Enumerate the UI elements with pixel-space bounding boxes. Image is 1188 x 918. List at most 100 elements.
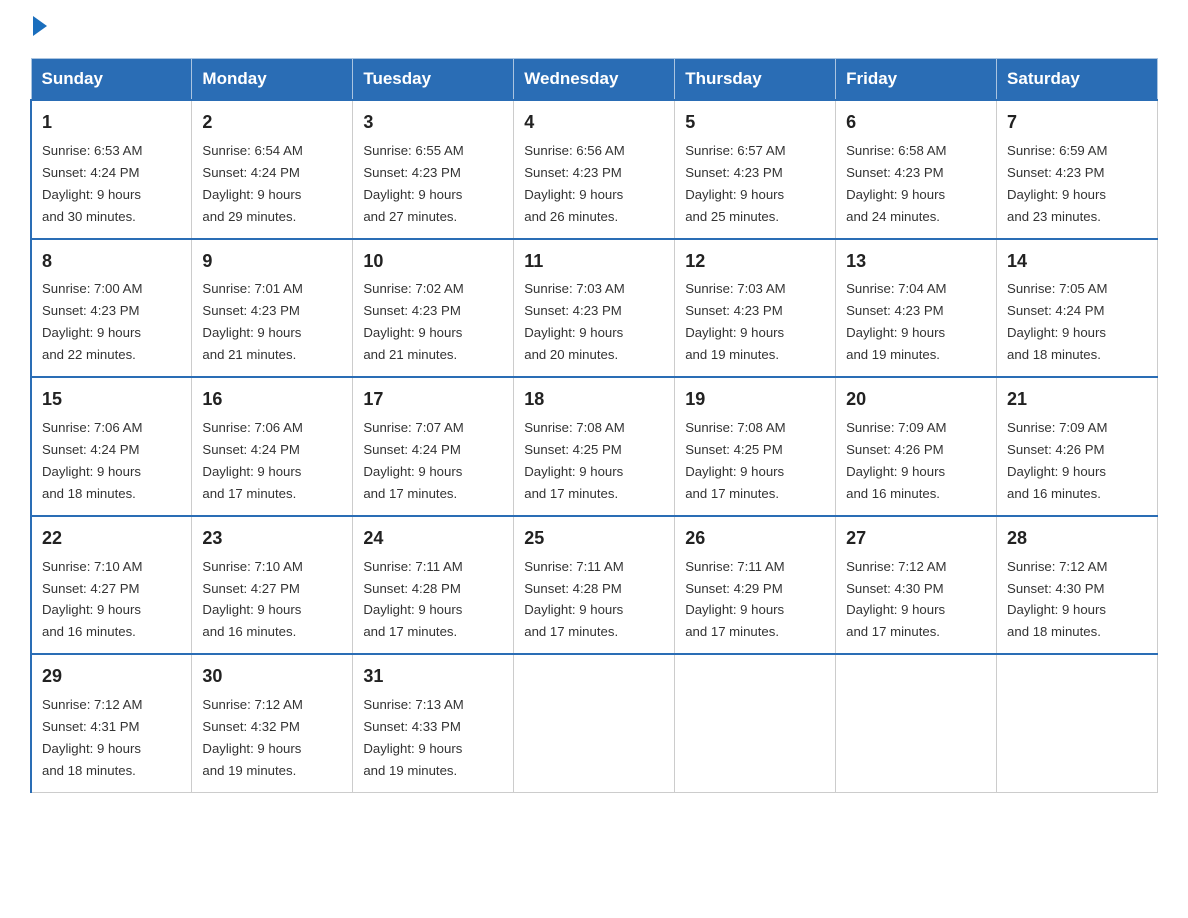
day-number: 17 xyxy=(363,386,503,414)
calendar-cell: 22 Sunrise: 7:10 AMSunset: 4:27 PMDaylig… xyxy=(31,516,192,655)
calendar-cell: 27 Sunrise: 7:12 AMSunset: 4:30 PMDaylig… xyxy=(836,516,997,655)
day-number: 10 xyxy=(363,248,503,276)
day-info: Sunrise: 7:10 AMSunset: 4:27 PMDaylight:… xyxy=(42,559,142,640)
weekday-header-wednesday: Wednesday xyxy=(514,59,675,101)
day-info: Sunrise: 6:59 AMSunset: 4:23 PMDaylight:… xyxy=(1007,143,1107,224)
day-number: 1 xyxy=(42,109,181,137)
calendar-cell: 17 Sunrise: 7:07 AMSunset: 4:24 PMDaylig… xyxy=(353,377,514,516)
day-info: Sunrise: 7:11 AMSunset: 4:29 PMDaylight:… xyxy=(685,559,784,640)
calendar-cell: 25 Sunrise: 7:11 AMSunset: 4:28 PMDaylig… xyxy=(514,516,675,655)
day-number: 31 xyxy=(363,663,503,691)
calendar-cell xyxy=(836,654,997,792)
day-info: Sunrise: 6:56 AMSunset: 4:23 PMDaylight:… xyxy=(524,143,624,224)
week-row-2: 8 Sunrise: 7:00 AMSunset: 4:23 PMDayligh… xyxy=(31,239,1158,378)
day-info: Sunrise: 7:03 AMSunset: 4:23 PMDaylight:… xyxy=(685,281,785,362)
day-info: Sunrise: 7:13 AMSunset: 4:33 PMDaylight:… xyxy=(363,697,463,778)
day-info: Sunrise: 7:10 AMSunset: 4:27 PMDaylight:… xyxy=(202,559,302,640)
day-number: 25 xyxy=(524,525,664,553)
day-info: Sunrise: 7:12 AMSunset: 4:30 PMDaylight:… xyxy=(1007,559,1107,640)
day-number: 14 xyxy=(1007,248,1147,276)
calendar-cell: 1 Sunrise: 6:53 AMSunset: 4:24 PMDayligh… xyxy=(31,100,192,239)
calendar-cell xyxy=(997,654,1158,792)
day-info: Sunrise: 7:09 AMSunset: 4:26 PMDaylight:… xyxy=(1007,420,1107,501)
day-info: Sunrise: 7:04 AMSunset: 4:23 PMDaylight:… xyxy=(846,281,946,362)
day-number: 22 xyxy=(42,525,181,553)
calendar-cell xyxy=(675,654,836,792)
day-number: 19 xyxy=(685,386,825,414)
weekday-header-row: SundayMondayTuesdayWednesdayThursdayFrid… xyxy=(31,59,1158,101)
day-info: Sunrise: 7:08 AMSunset: 4:25 PMDaylight:… xyxy=(685,420,785,501)
calendar-cell: 11 Sunrise: 7:03 AMSunset: 4:23 PMDaylig… xyxy=(514,239,675,378)
day-info: Sunrise: 7:08 AMSunset: 4:25 PMDaylight:… xyxy=(524,420,624,501)
week-row-4: 22 Sunrise: 7:10 AMSunset: 4:27 PMDaylig… xyxy=(31,516,1158,655)
week-row-1: 1 Sunrise: 6:53 AMSunset: 4:24 PMDayligh… xyxy=(31,100,1158,239)
logo xyxy=(30,20,47,40)
logo-arrow-icon xyxy=(33,16,47,36)
calendar-cell: 14 Sunrise: 7:05 AMSunset: 4:24 PMDaylig… xyxy=(997,239,1158,378)
day-number: 3 xyxy=(363,109,503,137)
day-number: 24 xyxy=(363,525,503,553)
calendar-cell: 30 Sunrise: 7:12 AMSunset: 4:32 PMDaylig… xyxy=(192,654,353,792)
day-info: Sunrise: 7:06 AMSunset: 4:24 PMDaylight:… xyxy=(42,420,142,501)
calendar-cell: 23 Sunrise: 7:10 AMSunset: 4:27 PMDaylig… xyxy=(192,516,353,655)
calendar-cell: 8 Sunrise: 7:00 AMSunset: 4:23 PMDayligh… xyxy=(31,239,192,378)
calendar-cell: 29 Sunrise: 7:12 AMSunset: 4:31 PMDaylig… xyxy=(31,654,192,792)
day-number: 11 xyxy=(524,248,664,276)
calendar-cell: 7 Sunrise: 6:59 AMSunset: 4:23 PMDayligh… xyxy=(997,100,1158,239)
weekday-header-sunday: Sunday xyxy=(31,59,192,101)
day-info: Sunrise: 7:03 AMSunset: 4:23 PMDaylight:… xyxy=(524,281,624,362)
day-number: 6 xyxy=(846,109,986,137)
day-info: Sunrise: 6:55 AMSunset: 4:23 PMDaylight:… xyxy=(363,143,463,224)
weekday-header-friday: Friday xyxy=(836,59,997,101)
day-number: 28 xyxy=(1007,525,1147,553)
day-info: Sunrise: 7:00 AMSunset: 4:23 PMDaylight:… xyxy=(42,281,142,362)
calendar-cell: 4 Sunrise: 6:56 AMSunset: 4:23 PMDayligh… xyxy=(514,100,675,239)
day-info: Sunrise: 7:12 AMSunset: 4:32 PMDaylight:… xyxy=(202,697,302,778)
day-number: 21 xyxy=(1007,386,1147,414)
day-info: Sunrise: 6:57 AMSunset: 4:23 PMDaylight:… xyxy=(685,143,785,224)
calendar-cell: 12 Sunrise: 7:03 AMSunset: 4:23 PMDaylig… xyxy=(675,239,836,378)
calendar-table: SundayMondayTuesdayWednesdayThursdayFrid… xyxy=(30,58,1158,793)
day-number: 23 xyxy=(202,525,342,553)
day-number: 7 xyxy=(1007,109,1147,137)
weekday-header-saturday: Saturday xyxy=(997,59,1158,101)
day-info: Sunrise: 7:12 AMSunset: 4:31 PMDaylight:… xyxy=(42,697,142,778)
day-info: Sunrise: 7:11 AMSunset: 4:28 PMDaylight:… xyxy=(363,559,462,640)
calendar-cell: 5 Sunrise: 6:57 AMSunset: 4:23 PMDayligh… xyxy=(675,100,836,239)
day-number: 9 xyxy=(202,248,342,276)
weekday-header-thursday: Thursday xyxy=(675,59,836,101)
calendar-cell: 24 Sunrise: 7:11 AMSunset: 4:28 PMDaylig… xyxy=(353,516,514,655)
calendar-cell: 26 Sunrise: 7:11 AMSunset: 4:29 PMDaylig… xyxy=(675,516,836,655)
day-number: 20 xyxy=(846,386,986,414)
day-info: Sunrise: 7:06 AMSunset: 4:24 PMDaylight:… xyxy=(202,420,302,501)
calendar-cell: 31 Sunrise: 7:13 AMSunset: 4:33 PMDaylig… xyxy=(353,654,514,792)
day-number: 8 xyxy=(42,248,181,276)
calendar-cell: 20 Sunrise: 7:09 AMSunset: 4:26 PMDaylig… xyxy=(836,377,997,516)
weekday-header-monday: Monday xyxy=(192,59,353,101)
week-row-3: 15 Sunrise: 7:06 AMSunset: 4:24 PMDaylig… xyxy=(31,377,1158,516)
calendar-cell: 10 Sunrise: 7:02 AMSunset: 4:23 PMDaylig… xyxy=(353,239,514,378)
calendar-cell: 18 Sunrise: 7:08 AMSunset: 4:25 PMDaylig… xyxy=(514,377,675,516)
page-header xyxy=(30,20,1158,40)
day-number: 29 xyxy=(42,663,181,691)
day-number: 30 xyxy=(202,663,342,691)
week-row-5: 29 Sunrise: 7:12 AMSunset: 4:31 PMDaylig… xyxy=(31,654,1158,792)
day-info: Sunrise: 7:07 AMSunset: 4:24 PMDaylight:… xyxy=(363,420,463,501)
day-info: Sunrise: 7:05 AMSunset: 4:24 PMDaylight:… xyxy=(1007,281,1107,362)
calendar-cell: 19 Sunrise: 7:08 AMSunset: 4:25 PMDaylig… xyxy=(675,377,836,516)
calendar-cell: 28 Sunrise: 7:12 AMSunset: 4:30 PMDaylig… xyxy=(997,516,1158,655)
calendar-cell: 16 Sunrise: 7:06 AMSunset: 4:24 PMDaylig… xyxy=(192,377,353,516)
calendar-cell: 3 Sunrise: 6:55 AMSunset: 4:23 PMDayligh… xyxy=(353,100,514,239)
day-number: 12 xyxy=(685,248,825,276)
day-info: Sunrise: 6:53 AMSunset: 4:24 PMDaylight:… xyxy=(42,143,142,224)
day-info: Sunrise: 7:01 AMSunset: 4:23 PMDaylight:… xyxy=(202,281,302,362)
day-info: Sunrise: 7:02 AMSunset: 4:23 PMDaylight:… xyxy=(363,281,463,362)
day-number: 27 xyxy=(846,525,986,553)
day-number: 18 xyxy=(524,386,664,414)
day-number: 16 xyxy=(202,386,342,414)
day-info: Sunrise: 7:11 AMSunset: 4:28 PMDaylight:… xyxy=(524,559,623,640)
calendar-cell: 9 Sunrise: 7:01 AMSunset: 4:23 PMDayligh… xyxy=(192,239,353,378)
calendar-cell: 6 Sunrise: 6:58 AMSunset: 4:23 PMDayligh… xyxy=(836,100,997,239)
calendar-cell xyxy=(514,654,675,792)
calendar-cell: 2 Sunrise: 6:54 AMSunset: 4:24 PMDayligh… xyxy=(192,100,353,239)
